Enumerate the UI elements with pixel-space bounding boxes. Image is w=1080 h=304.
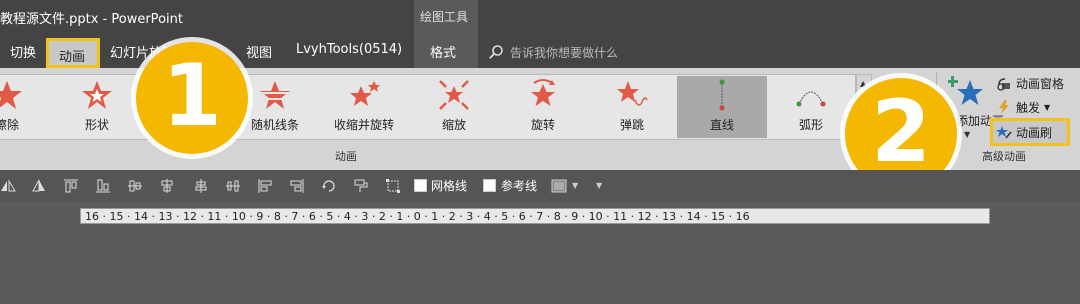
customize-toolbar-icon[interactable]: ▼ — [596, 181, 602, 190]
effect-label: 弹跳 — [619, 118, 644, 132]
effect-line-path[interactable]: 直线 — [677, 76, 767, 138]
screenshot-icon[interactable] — [551, 178, 567, 194]
effect-label: 直线 — [709, 118, 734, 132]
shape-star-icon — [82, 81, 112, 109]
chevron-down-icon: ▼ — [964, 130, 971, 139]
callout-number: 1 — [162, 46, 222, 146]
animation-group-label: 动画 — [335, 150, 357, 163]
gridlines-label: 网格线 — [431, 179, 468, 193]
arc-path-icon — [796, 91, 826, 107]
effect-label: 形状 — [84, 118, 109, 132]
effect-bounce[interactable]: 弹跳 — [587, 76, 677, 138]
window-title: 教程源文件.pptx - PowerPoint — [0, 12, 183, 27]
effect-label: 收缩并旋转 — [333, 118, 394, 132]
tab-animations-label: 动画 — [59, 50, 86, 65]
animation-pane-icon — [997, 78, 1010, 91]
title-bar: 教程源文件.pptx - PowerPoint — [0, 0, 1080, 34]
flip-horizontal-icon[interactable] — [0, 178, 16, 194]
effect-label: 弧形 — [798, 118, 823, 132]
horizontal-ruler[interactable]: 16 · 15 · 14 · 13 · 12 · 11 · 10 · 9 · 8… — [80, 208, 990, 224]
effect-wipe[interactable]: 擦除 — [0, 76, 52, 138]
callout-number: 2 — [871, 82, 931, 182]
lightning-icon — [999, 100, 1009, 114]
animation-painter-button[interactable]: 动画刷 — [996, 122, 1052, 142]
animation-painter-label: 动画刷 — [1016, 125, 1053, 140]
trigger-button[interactable]: 触发 ▼ — [996, 97, 1050, 117]
format-painter-icon[interactable] — [353, 178, 369, 194]
guides-label: 参考线 — [501, 179, 538, 193]
align-bottom-icon[interactable] — [95, 178, 111, 194]
distribute-horizontal-icon[interactable] — [225, 178, 241, 194]
ruler-ticks: 16 · 15 · 14 · 13 · 12 · 11 · 10 · 9 · 8… — [85, 209, 750, 223]
random-bars-star-icon — [260, 81, 290, 109]
chevron-down-icon: ▼ — [1044, 102, 1051, 112]
spin-star-icon — [531, 79, 555, 106]
effect-shape[interactable]: 形状 — [52, 76, 142, 138]
drawing-tools-header: 绘图工具 — [414, 0, 478, 34]
align-left-icon[interactable] — [257, 178, 273, 194]
effect-label: 旋转 — [530, 118, 555, 132]
line-path-icon — [719, 79, 725, 111]
animation-pane-label: 动画窗格 — [1016, 76, 1065, 91]
tab-lvyhtools[interactable]: LvyhTools(0514) — [296, 42, 402, 57]
align-center-icon[interactable] — [159, 178, 175, 194]
align-middle-icon[interactable] — [127, 178, 143, 194]
tab-animations[interactable]: 动画 — [46, 38, 100, 68]
rotate-icon[interactable] — [321, 178, 337, 194]
align-right-icon[interactable] — [289, 178, 305, 194]
effect-label: 擦除 — [0, 118, 19, 132]
zoom-star-icon — [439, 80, 469, 110]
trigger-label: 触发 — [1016, 100, 1041, 115]
effect-zoom[interactable]: 缩放 — [409, 76, 499, 138]
tab-format[interactable]: 格式 — [414, 34, 478, 68]
tell-me-search[interactable]: 告诉我你想要做什么 — [488, 41, 618, 63]
animation-painter-icon — [996, 126, 1012, 139]
drawing-tools-label: 绘图工具 — [420, 10, 469, 24]
callout-badge-1: 1 — [136, 42, 248, 154]
tab-transitions[interactable]: 切换 — [10, 42, 36, 61]
effect-arc-path[interactable]: 弧形 — [766, 76, 856, 138]
search-placeholder: 告诉我你想要做什么 — [510, 45, 619, 60]
effect-label: 缩放 — [441, 118, 466, 132]
tab-format-label: 格式 — [430, 46, 457, 61]
effect-spin[interactable]: 旋转 — [498, 76, 588, 138]
align-top-icon[interactable] — [63, 178, 79, 194]
search-icon — [489, 45, 503, 59]
effect-shrink-turn[interactable]: 收缩并旋转 — [319, 76, 409, 138]
bounce-star-icon — [617, 81, 648, 106]
animation-pane-button[interactable]: 动画窗格 — [996, 73, 1064, 93]
select-objects-icon[interactable] — [385, 178, 401, 194]
distribute-vertical-icon[interactable] — [193, 178, 209, 194]
wipe-star-icon — [0, 81, 22, 109]
flip-vertical-icon[interactable] — [31, 178, 47, 194]
tab-view[interactable]: 视图 — [246, 42, 272, 61]
chevron-down-icon[interactable]: ▼ — [572, 181, 578, 190]
gridlines-checkbox[interactable] — [414, 179, 427, 192]
guides-checkbox[interactable] — [483, 179, 496, 192]
shrink-turn-star-icon — [350, 81, 380, 106]
advanced-animation-group-label: 高级动画 — [982, 150, 1026, 163]
